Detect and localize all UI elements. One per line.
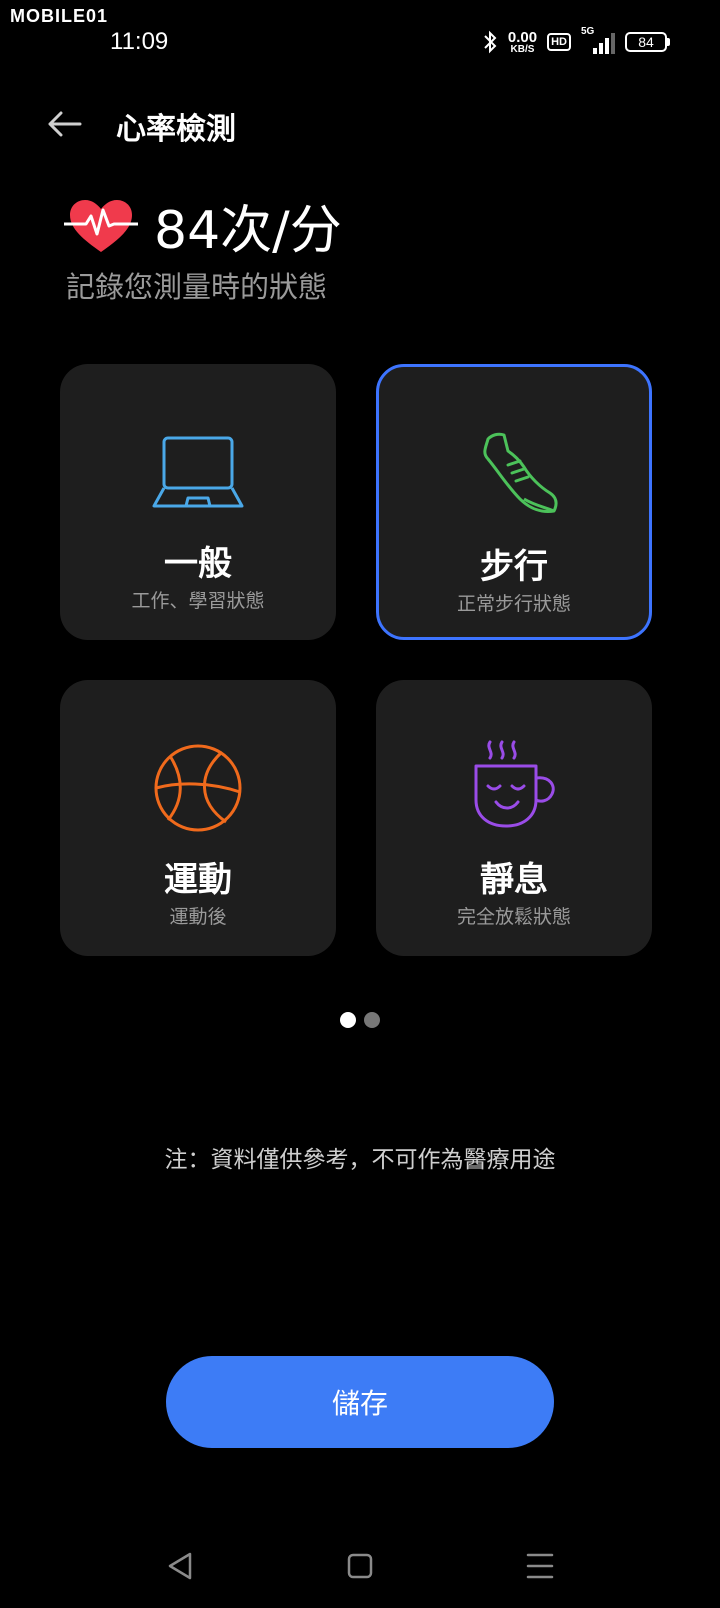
arrow-left-icon (48, 111, 82, 137)
nav-back-icon (168, 1552, 192, 1580)
nav-home-button[interactable] (340, 1546, 380, 1586)
heart-rate-subtitle: 記錄您測量時的狀態 (66, 270, 328, 304)
page-dot[interactable] (364, 1012, 380, 1028)
hd-icon: HD (547, 33, 571, 51)
heart-rate-display: 84次/分 (64, 188, 342, 263)
status-icons: 0.00 KB/S HD 5G 84 (482, 26, 670, 58)
heart-pulse-icon (64, 199, 138, 252)
basketball-icon (154, 744, 242, 832)
state-card-desc: 運動後 (169, 906, 227, 928)
shoe-icon (483, 432, 558, 513)
page-indicator[interactable] (340, 1012, 380, 1028)
battery-level: 84 (625, 32, 667, 52)
battery-icon: 84 (625, 32, 670, 52)
state-card-general[interactable]: 一般 工作、學習狀態 (60, 364, 336, 640)
nav-menu-button[interactable] (520, 1546, 560, 1586)
disclaimer-note: 注：資料僅供參考，不可作為醫療用途 (164, 1147, 556, 1173)
nav-home-icon (347, 1553, 373, 1579)
state-card-title: 運動 (164, 860, 232, 900)
state-card-desc: 完全放鬆狀態 (456, 906, 571, 928)
state-card-resting[interactable]: 靜息 完全放鬆狀態 (376, 680, 652, 956)
coffee-cup-icon (474, 740, 555, 828)
state-card-desc: 正常步行狀態 (456, 593, 571, 615)
network-speed-value: 0.00 (507, 28, 538, 46)
state-card-title: 一般 (164, 544, 232, 584)
bluetooth-icon (482, 29, 498, 55)
save-button[interactable]: 儲存 (166, 1356, 554, 1448)
watermark-logo: MOBILE01 (10, 6, 109, 26)
heart-rate-value: 84次/分 (154, 201, 342, 261)
page-title: 心率檢測 (116, 112, 236, 147)
signal-icon: 5G (581, 26, 615, 54)
status-time: 11:09 (110, 28, 169, 55)
state-card-exercise[interactable]: 運動 運動後 (60, 680, 336, 956)
state-card-title: 步行 (480, 547, 548, 587)
network-speed-unit: KB/S (510, 43, 535, 55)
state-card-walking[interactable]: 步行 正常步行狀態 (376, 364, 652, 640)
nav-back-button[interactable] (160, 1546, 200, 1586)
network-speed: 0.00 KB/S (508, 30, 537, 55)
back-button[interactable] (44, 104, 84, 144)
laptop-icon (152, 436, 244, 508)
nav-menu-icon (526, 1553, 554, 1579)
page-dot-active[interactable] (340, 1012, 356, 1028)
state-card-title: 靜息 (480, 860, 548, 900)
state-card-desc: 工作、學習狀態 (131, 590, 265, 612)
